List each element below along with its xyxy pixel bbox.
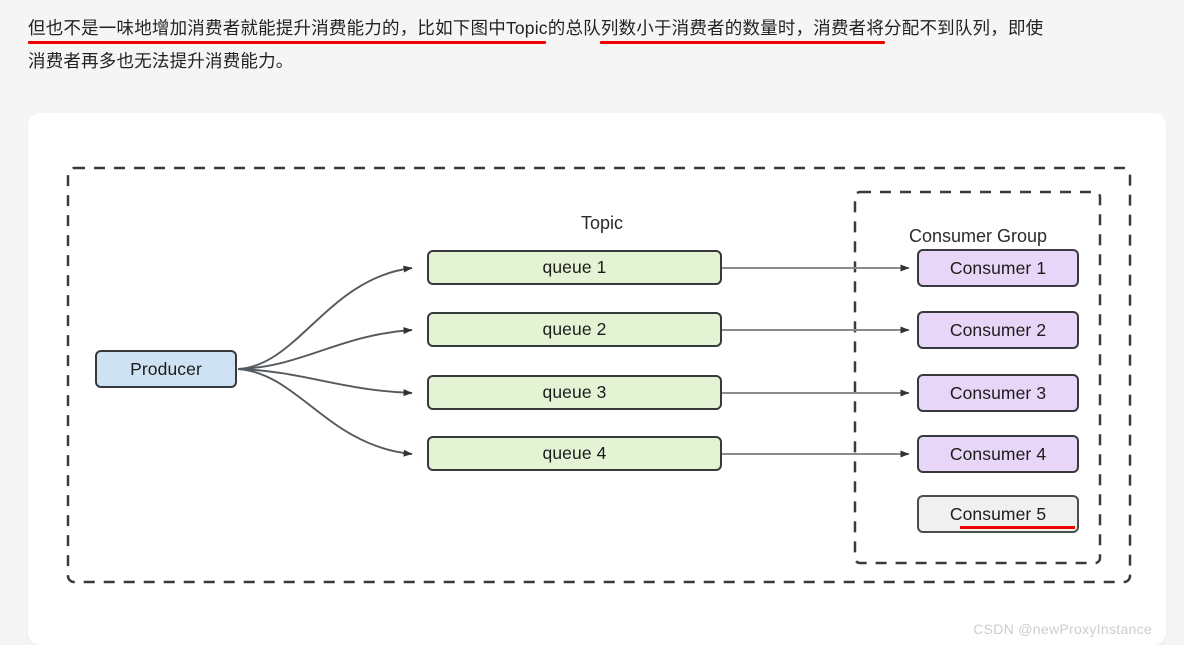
- queue-node-1[interactable]: queue 1: [427, 250, 722, 285]
- screenshot-root: 但也不是一味地增加消费者就能提升消费能力的，比如下图中Topic的总队列数小于消…: [0, 0, 1184, 645]
- consumer-label-3: Consumer 3: [949, 382, 1047, 403]
- topic-label: Topic: [580, 213, 624, 233]
- edge-producer-queue-1: [237, 265, 413, 370]
- queue-label-1: queue 1: [542, 257, 607, 277]
- consumer-label-2: Consumer 2: [949, 319, 1047, 340]
- consumer-node-3[interactable]: Consumer 3: [917, 374, 1079, 412]
- article-line-1: 但也不是一味地增加消费者就能提升消费能力的，比如下图中Topic的总队列数小于消…: [28, 12, 1158, 45]
- figure-card: Topic Consumer Group Producer queue 1 qu…: [28, 113, 1166, 645]
- red-underline-1: [28, 41, 546, 44]
- article-line-2-text: 消费者再多也无法提升消费能力。: [28, 51, 294, 71]
- article-paragraph: 但也不是一味地增加消费者就能提升消费能力的，比如下图中Topic的总队列数小于消…: [28, 12, 1158, 78]
- article-line-2: 消费者再多也无法提升消费能力。: [28, 45, 1158, 78]
- red-underline-2: [600, 41, 885, 44]
- queue-node-3[interactable]: queue 3: [427, 375, 722, 410]
- producer-label: Producer: [130, 358, 202, 379]
- consumer-group-label: Consumer Group: [908, 226, 1048, 246]
- queue-node-4[interactable]: queue 4: [427, 436, 722, 471]
- article-line-1-text: 但也不是一味地增加消费者就能提升消费能力的，比如下图中Topic的总队列数小于消…: [28, 18, 1044, 38]
- consumer-label-1: Consumer 1: [949, 257, 1047, 278]
- consumer-label-4: Consumer 4: [949, 443, 1047, 464]
- csdn-watermark: CSDN @newProxyInstance: [973, 621, 1152, 637]
- consumer-5-red-underline: [960, 526, 1075, 529]
- queue-label-2: queue 2: [542, 319, 607, 339]
- consumer-node-1[interactable]: Consumer 1: [917, 249, 1079, 287]
- queue-label-3: queue 3: [542, 382, 607, 402]
- consumer-node-4[interactable]: Consumer 4: [917, 435, 1079, 473]
- consumer-node-2[interactable]: Consumer 2: [917, 311, 1079, 349]
- queue-node-2[interactable]: queue 2: [427, 312, 722, 347]
- consumer-label-5: Consumer 5: [949, 503, 1047, 524]
- queue-to-consumer-edges: [722, 264, 910, 458]
- edge-producer-queue-2: [237, 327, 413, 370]
- producer-node[interactable]: Producer: [95, 350, 237, 388]
- queue-label-4: queue 4: [542, 443, 607, 463]
- producer-to-queue-edges: [237, 265, 413, 457]
- edge-producer-queue-3: [237, 368, 413, 397]
